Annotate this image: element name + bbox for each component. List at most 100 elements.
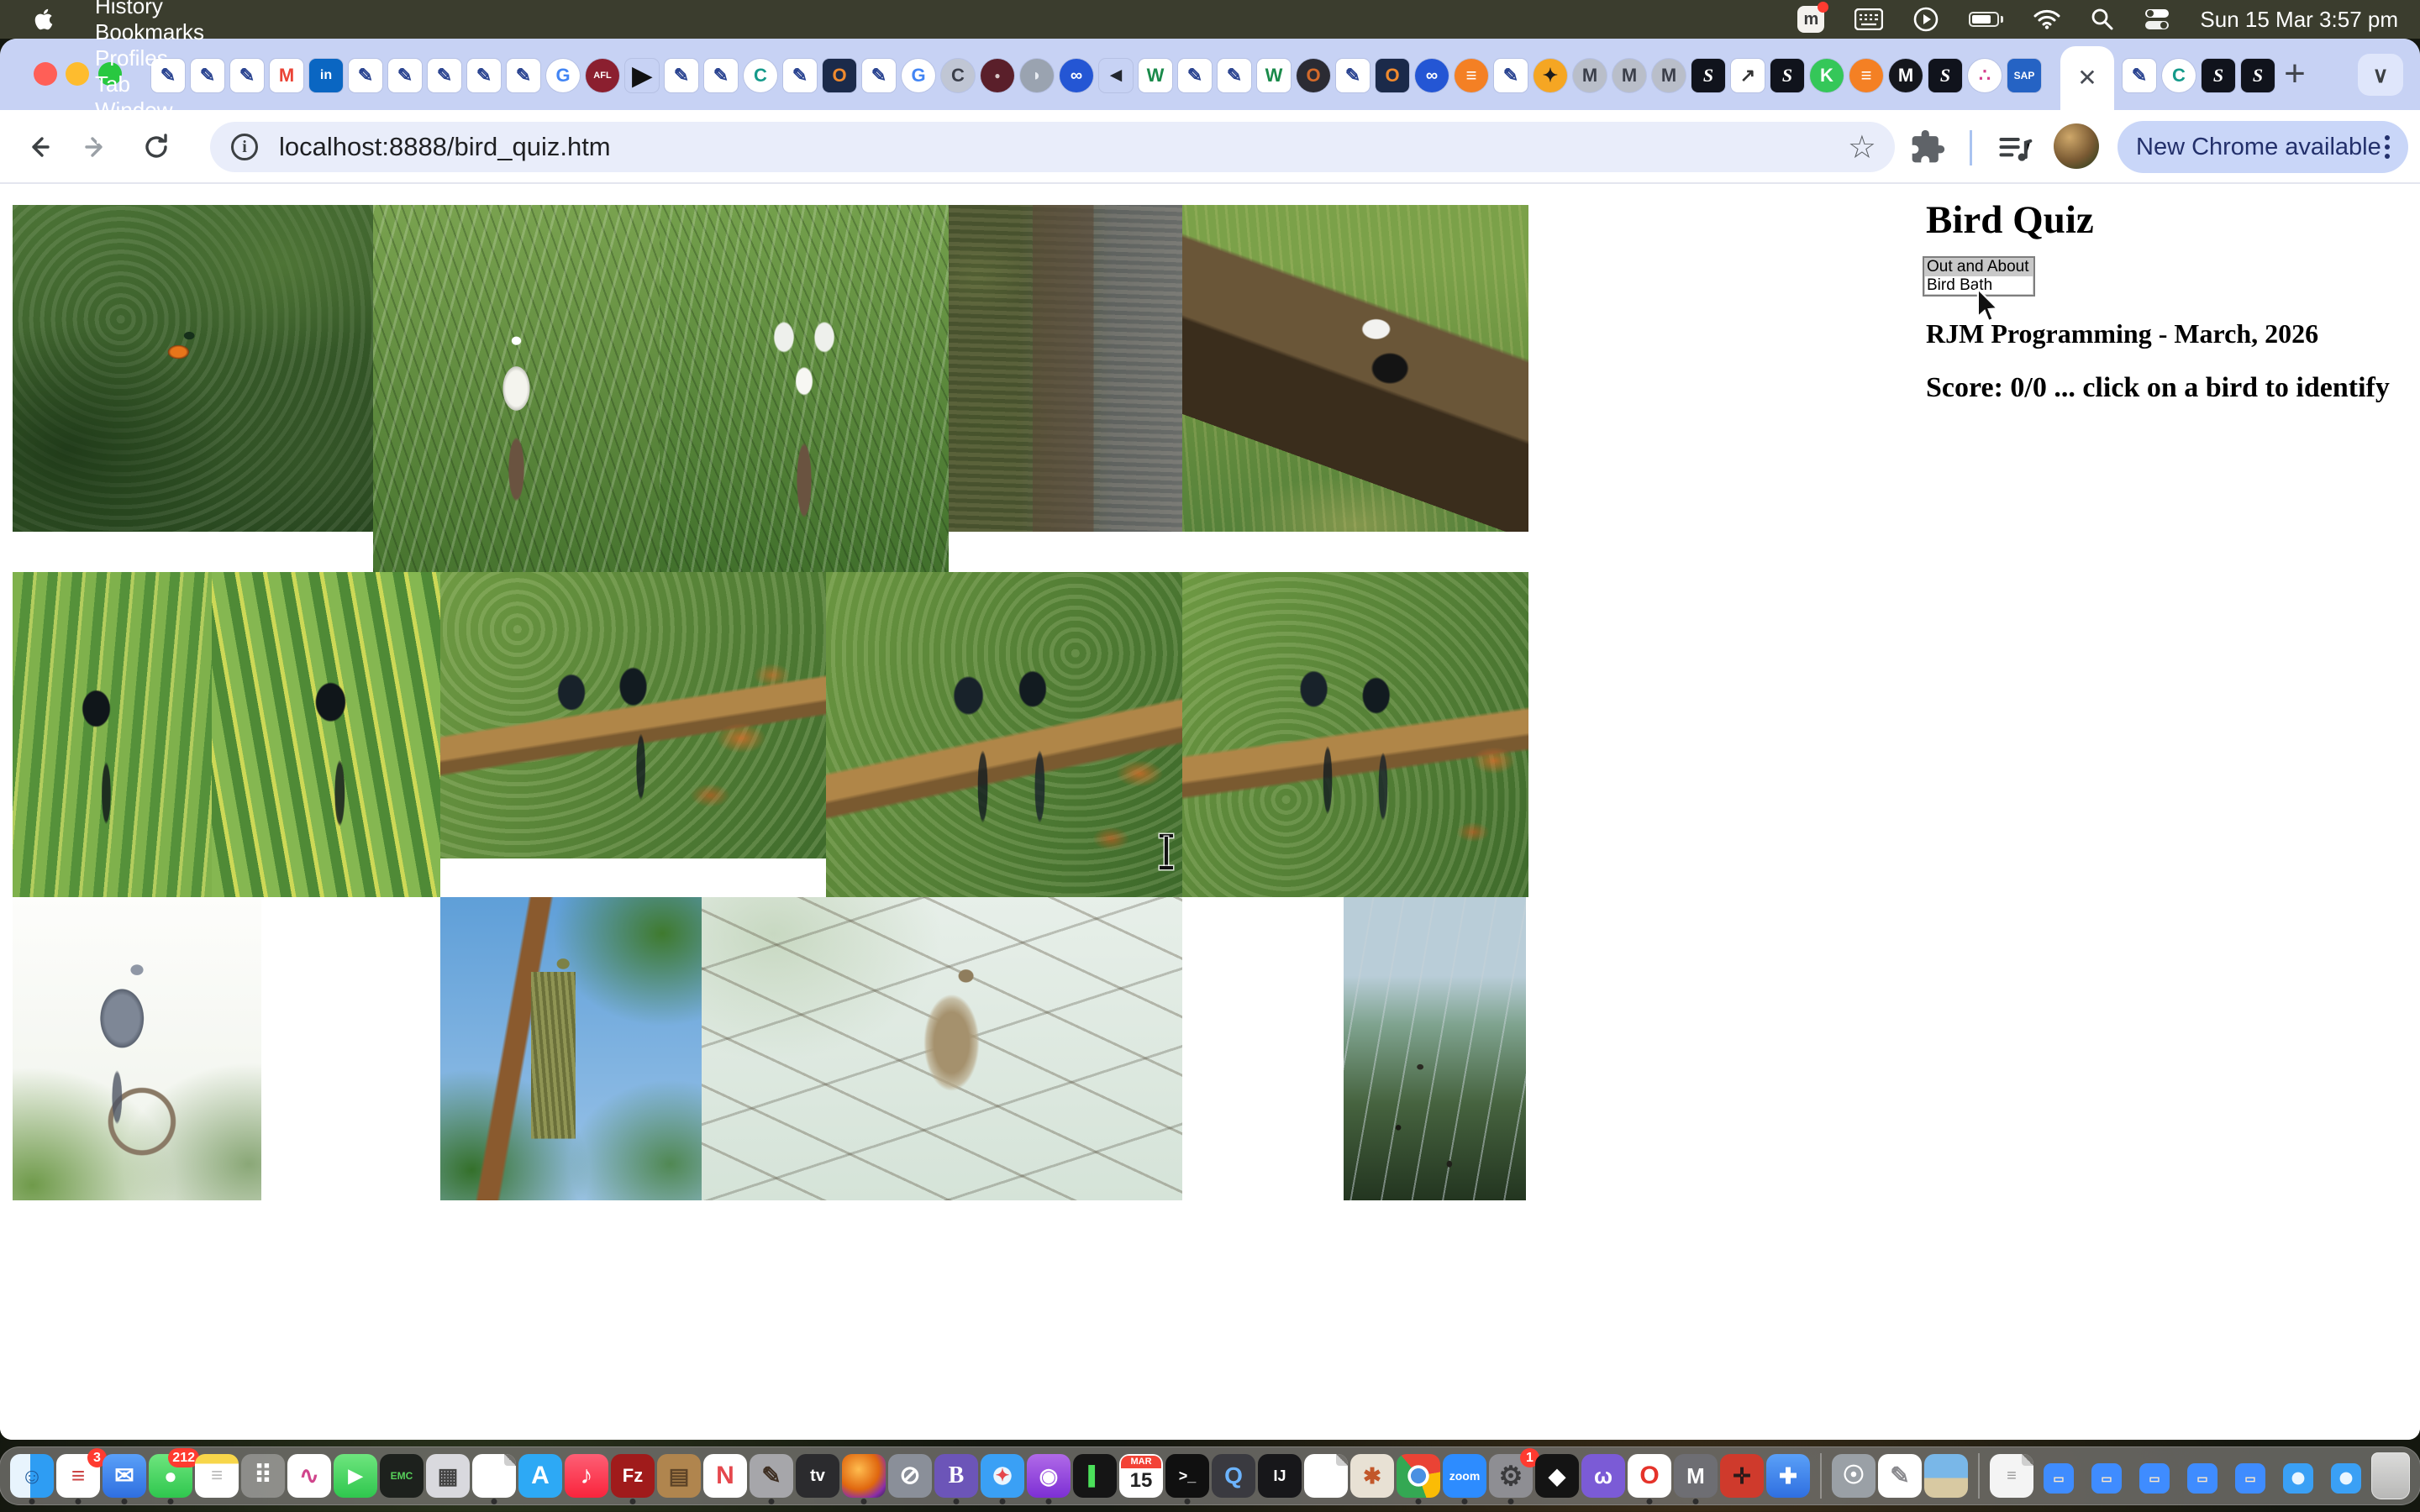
intellij-dock-icon[interactable]: IJ [1258,1454,1302,1498]
bird-photo-drongo-pair-branch-1[interactable] [440,572,826,858]
pencil-favicon-tab[interactable]: ✎ [1218,59,1251,92]
opera-dock-icon[interactable]: O [1628,1454,1671,1498]
screenshot-file-dock-icon[interactable] [1924,1454,1968,1498]
pencil-favicon-tab[interactable]: ✎ [862,59,896,92]
minimized-doc-5-dock-icon[interactable]: ▭ [2235,1463,2265,1494]
greenK-favicon-tab[interactable]: K [1810,59,1844,92]
blackS-favicon-tab[interactable]: S [1770,59,1804,92]
pencil-favicon-tab[interactable]: ✎ [467,59,501,92]
back-button[interactable] [17,125,60,169]
minimized-doc-2-dock-icon[interactable]: ▭ [2091,1463,2122,1494]
linkedin-favicon-tab[interactable]: in [309,59,343,92]
bbedit-dock-icon[interactable]: B [934,1454,978,1498]
bird-photo-distant-forest-birds[interactable] [1344,897,1526,1200]
wifi-menu-icon[interactable] [2033,9,2060,29]
pencil-favicon-tab[interactable]: ✎ [388,59,422,92]
so-favicon-tab[interactable]: ≡ [1455,59,1488,92]
dots-favicon-tab[interactable]: ∴ [1968,59,2002,92]
freeform-dock-icon[interactable]: ∿ [287,1454,331,1498]
mimestream-menu-icon[interactable]: m [1797,6,1824,33]
navyO-favicon-tab[interactable]: O [823,59,856,92]
tealc-favicon-tab[interactable]: C [744,59,777,92]
grayM-favicon-tab[interactable]: M [1573,59,1607,92]
grayM-favicon-tab[interactable]: M [1652,59,1686,92]
chrome-dock-icon[interactable] [1397,1454,1440,1498]
blocked-app-dock-icon[interactable]: ⊘ [888,1454,932,1498]
finder-dock-icon[interactable]: ☺ [10,1454,54,1498]
reminders-dock-icon[interactable]: ≡3 [56,1454,100,1498]
google-favicon-tab[interactable]: G [902,59,935,92]
bird-photo-drongo-palm-center[interactable] [212,572,440,897]
minimized-doc-1-dock-icon[interactable]: ▭ [2044,1463,2074,1494]
address-book-dock-icon[interactable]: ▤ [657,1454,701,1498]
firefox-dock-icon[interactable] [842,1454,886,1498]
facetime-dock-icon[interactable]: ▶ [334,1454,377,1498]
accessibility-dock-icon[interactable]: ☉ [1832,1454,1876,1498]
minimized-doc-4-dock-icon[interactable]: ▭ [2187,1463,2217,1494]
menu-item-help[interactable]: Help [77,123,222,150]
abc-favicon-tab[interactable]: ∞ [1415,59,1449,92]
control-center-icon[interactable] [2144,8,2170,30]
greenW-favicon-tab[interactable]: W [1257,59,1291,92]
pencil-favicon-tab[interactable]: ✎ [1178,59,1212,92]
keyboard-menu-icon[interactable] [1854,8,1883,30]
pencil-favicon-tab[interactable]: ✎ [230,59,264,92]
pencil-favicon-tab[interactable]: ✎ [428,59,461,92]
gimp-dock-icon[interactable]: ✎ [750,1454,793,1498]
navyO-favicon-tab[interactable]: O [1376,59,1409,92]
url-text[interactable]: localhost:8888/bird_quiz.htm [279,132,611,162]
pencil-favicon-tab[interactable]: ✎ [783,59,817,92]
sphere-favicon-tab[interactable]: ◗ [1020,59,1054,92]
bird-photo-drongo-palm-left[interactable] [13,572,212,897]
playblack-favicon-tab[interactable]: ▶ [625,59,659,92]
zoom-dock-icon[interactable]: zoom [1443,1454,1486,1498]
extensions-icon[interactable] [1909,129,1948,167]
pencil-favicon-tab[interactable]: ✎ [1336,59,1370,92]
active-tab[interactable]: ✕ [2060,46,2114,110]
speaker-favicon-tab[interactable]: ◄ [1099,59,1133,92]
gmail-favicon-tab[interactable]: M [270,59,303,92]
minimized-safari-1-dock-icon[interactable] [2283,1463,2313,1494]
so-favicon-tab[interactable]: ≡ [1849,59,1883,92]
bird-photo-tawny-frogmouth[interactable] [949,205,1182,532]
battery-menu-icon[interactable] [1969,12,2003,27]
grayC-favicon-tab[interactable]: C [941,59,975,92]
trash-dock-icon[interactable] [2371,1452,2410,1499]
bird-photo-cuckoo-shrike[interactable] [13,897,261,1200]
quicktime-dock-icon[interactable]: Q [1212,1454,1255,1498]
bird-photo-bee-eater-forest[interactable] [13,205,373,532]
profile-avatar[interactable] [2054,123,2099,169]
bookmark-star-icon[interactable]: ☆ [1848,129,1876,166]
blackS-favicon-tab[interactable]: S [2241,59,2275,92]
music-dock-icon[interactable]: ♪ [565,1454,608,1498]
libreoffice-dock-icon[interactable] [1304,1454,1348,1498]
bird-photo-pale-bird-twigs[interactable] [702,897,1182,1200]
menu-item-window[interactable]: Window [77,97,222,123]
menu-item-tab[interactable]: Tab [77,71,222,97]
apple-menu-icon[interactable] [34,7,55,32]
new-tab-button[interactable]: + [2273,52,2317,96]
abc-favicon-tab[interactable]: ∞ [1060,59,1093,92]
maroon-favicon-tab[interactable]: ● [981,59,1014,92]
blackS-favicon-tab[interactable]: S [2202,59,2235,92]
terminal-emc-dock-icon[interactable]: EMC [380,1454,424,1498]
orangeflash-favicon-tab[interactable]: ✦ [1534,59,1567,92]
menu-item-profiles[interactable]: Profiles [77,45,222,71]
blackS-favicon-tab[interactable]: S [1691,59,1725,92]
play-menu-icon[interactable] [1913,7,1939,32]
google-favicon-tab[interactable]: G [546,59,580,92]
pencil-favicon-tab[interactable]: ✎ [665,59,698,92]
update-chrome-chip[interactable]: New Chrome available [2118,121,2408,173]
terminal-green-dock-icon[interactable]: ▌ [1073,1454,1117,1498]
pencil-favicon-tab[interactable]: ✎ [2123,59,2156,92]
filezilla-dock-icon[interactable]: Fz [611,1454,655,1498]
red-emblem-app-dock-icon[interactable]: ✛ [1720,1454,1764,1498]
calendar-dock-icon[interactable]: MAR15 [1119,1454,1163,1498]
notes-dock-icon[interactable]: ≡ [195,1454,239,1498]
blackM-favicon-tab[interactable]: M [1889,59,1923,92]
traffic-light-close-button[interactable] [34,62,57,86]
moth-app-dock-icon[interactable]: M [1674,1454,1718,1498]
pencil-favicon-tab[interactable]: ✎ [507,59,540,92]
spotlight-search-icon[interactable] [2091,8,2114,31]
sap-favicon-tab[interactable]: SAP [2007,59,2041,92]
